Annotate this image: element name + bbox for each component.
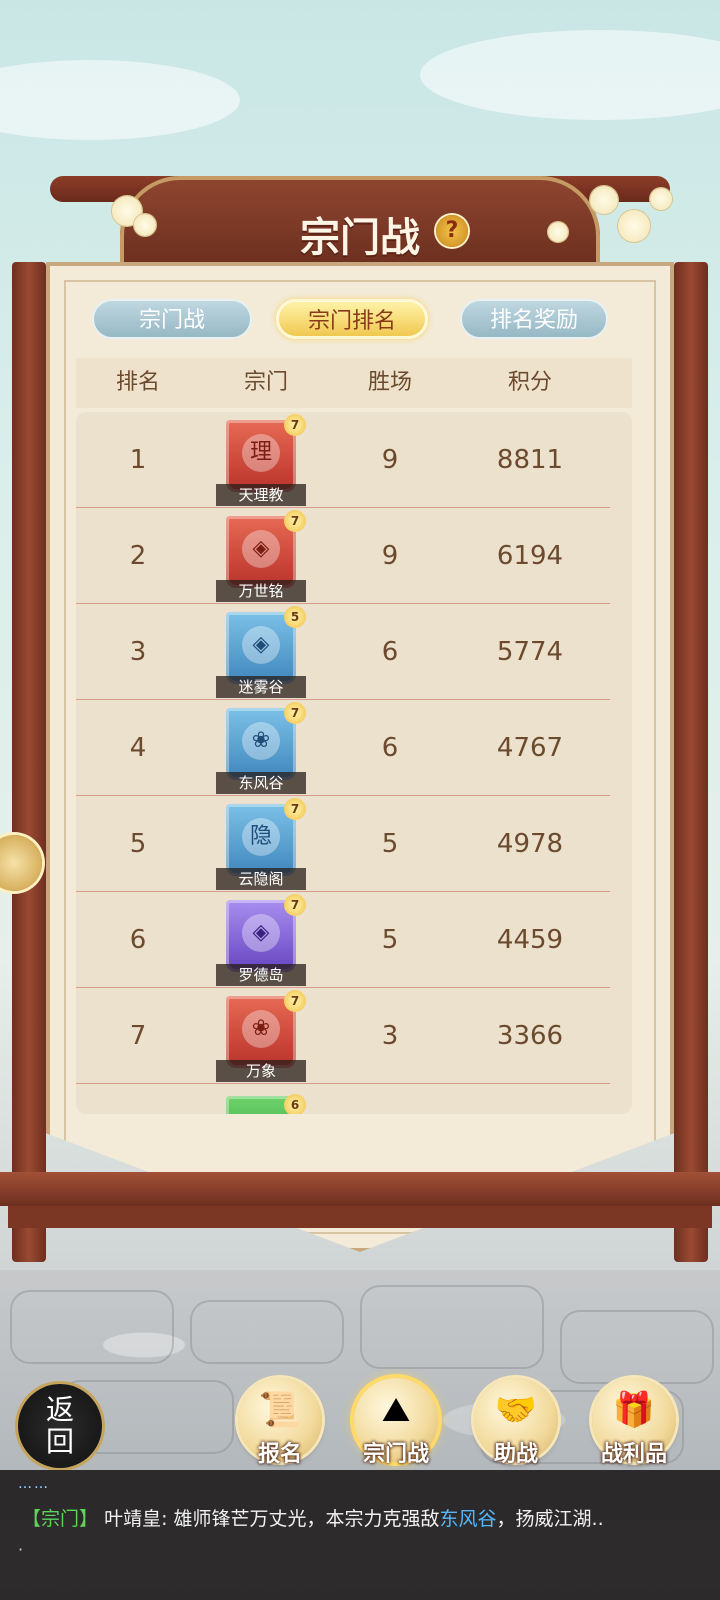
sect-level-badge: 6 [284, 1094, 306, 1114]
sect-level-badge: 7 [284, 894, 306, 916]
sect-banner-icon: ❀ 7 [226, 702, 306, 780]
sect-name: 东风谷 [216, 772, 306, 794]
sect-banner-icon: ◈ 5 [226, 606, 306, 684]
chat-channel-tag: 【宗门】 [22, 1508, 99, 1530]
points-cell: 4767 [496, 733, 564, 763]
sect-emblem-icon: 隐 [242, 818, 280, 856]
rank-cell: 7 [129, 1021, 147, 1051]
sect-name: 罗德岛 [216, 964, 306, 986]
chat-speaker: 叶靖皇: [104, 1508, 168, 1530]
treasure-chest-icon: 🎁 [612, 1390, 656, 1430]
sect-name: 万象 [216, 1060, 306, 1082]
sect-name: 迷雾谷 [216, 676, 306, 698]
table-row[interactable]: 7 ❀ 7 万象 3 3366 [76, 988, 632, 1084]
sect-level-badge: 7 [284, 414, 306, 436]
loot-button[interactable]: 🎁 战利品 [592, 1378, 676, 1467]
ranking-table: 1 理 7 天理教 9 8811 2 ◈ 7 万世铭 9 6194 3 ◈ 5 … [76, 412, 632, 1114]
sect-name: 云隐阁 [216, 868, 306, 890]
table-row[interactable]: 4 ❀ 7 东风谷 6 4767 [76, 700, 632, 796]
wins-cell: 9 [381, 541, 399, 571]
handshake-icon: 🤝 [494, 1390, 538, 1430]
sect-name: 天理教 [216, 484, 306, 506]
table-row[interactable]: 2 ◈ 7 万世铭 9 6194 [76, 508, 632, 604]
wins-cell: 3 [381, 1021, 399, 1051]
tab-sect-ranking[interactable]: 宗门排名 [276, 299, 428, 339]
flag-mountain-icon: ⛰ [381, 1390, 411, 1430]
page-title: 宗门战 [300, 214, 420, 261]
points-cell: 4978 [496, 829, 564, 859]
rank-cell: 2 [129, 541, 147, 571]
points-cell: 3366 [496, 1021, 564, 1051]
column-header-rank: 排名 [115, 370, 160, 395]
signup-button[interactable]: 📜 报名 [238, 1378, 322, 1467]
sect-level-badge: 5 [284, 606, 306, 628]
sect-banner-icon: ◈ 7 [226, 510, 306, 588]
sect-emblem-icon: ◈ [242, 530, 280, 568]
column-header-wins: 胜场 [367, 370, 412, 395]
points-cell: 4459 [496, 925, 564, 955]
sect-banner-icon: ❀ 7 [226, 990, 306, 1068]
frame-bottom-beam [0, 1172, 720, 1206]
sect-level-badge: 7 [284, 990, 306, 1012]
table-row-partial[interactable]: 6 [76, 1092, 632, 1114]
sect-emblem-icon: ❀ [242, 1010, 280, 1048]
wins-cell: 9 [381, 445, 399, 475]
chat-bar[interactable]: …… 【宗门】 叶靖皇: 雄师锋芒万丈光，本宗力克强敌东风谷，扬威江湖.. · [0, 1470, 720, 1600]
chat-highlight: 东风谷 [439, 1508, 497, 1530]
chat-message: 【宗门】 叶靖皇: 雄师锋芒万丈光，本宗力克强敌东风谷，扬威江湖.. [22, 1508, 604, 1530]
frame-pillar-left [12, 262, 46, 1262]
column-header-sect: 宗门 [243, 370, 288, 395]
wins-cell: 6 [381, 637, 399, 667]
sect-level-badge: 7 [284, 702, 306, 724]
sect-emblem-icon: ◈ [242, 626, 280, 664]
sect-emblem-icon: 理 [242, 434, 280, 472]
wins-cell: 6 [381, 733, 399, 763]
wins-cell: 5 [381, 829, 399, 859]
rank-cell: 3 [129, 637, 147, 667]
column-header-points: 积分 [507, 370, 552, 395]
sect-level-badge: 7 [284, 510, 306, 532]
back-button[interactable]: 返 回 [18, 1384, 102, 1468]
table-row[interactable]: 3 ◈ 5 迷雾谷 6 5774 [76, 604, 632, 700]
help-icon[interactable]: ? [436, 215, 468, 247]
sect-emblem-icon: ◈ [242, 914, 280, 952]
scroll-icon: 📜 [258, 1390, 302, 1430]
table-row[interactable]: 5 隐 7 云隐阁 5 4978 [76, 796, 632, 892]
sect-banner-icon: 6 [226, 1094, 306, 1114]
sect-banner-icon: ◈ 7 [226, 894, 306, 972]
sect-war-button[interactable]: ⛰ 宗门战 [354, 1378, 438, 1467]
sect-emblem-icon: ❀ [242, 722, 280, 760]
rank-cell: 1 [129, 445, 147, 475]
assist-button[interactable]: 🤝 助战 [474, 1378, 558, 1467]
sect-level-badge: 7 [284, 798, 306, 820]
wins-cell: 5 [381, 925, 399, 955]
tab-sect-war[interactable]: 宗门战 [92, 299, 252, 339]
rank-cell: 4 [129, 733, 147, 763]
rank-cell: 6 [129, 925, 147, 955]
points-cell: 6194 [496, 541, 564, 571]
table-row[interactable]: 6 ◈ 7 罗德岛 5 4459 [76, 892, 632, 988]
sect-name: 万世铭 [216, 580, 306, 602]
sect-banner-icon: 隐 7 [226, 798, 306, 876]
points-cell: 8811 [496, 445, 564, 475]
points-cell: 5774 [496, 637, 564, 667]
tab-rank-rewards[interactable]: 排名奖励 [460, 299, 608, 339]
sect-banner-icon: 理 7 [226, 414, 306, 492]
rank-cell: 5 [129, 829, 147, 859]
table-row[interactable]: 1 理 7 天理教 9 8811 [76, 412, 632, 508]
frame-pillar-right [674, 262, 708, 1262]
table-header: 排名 宗门 胜场 积分 [76, 358, 632, 408]
